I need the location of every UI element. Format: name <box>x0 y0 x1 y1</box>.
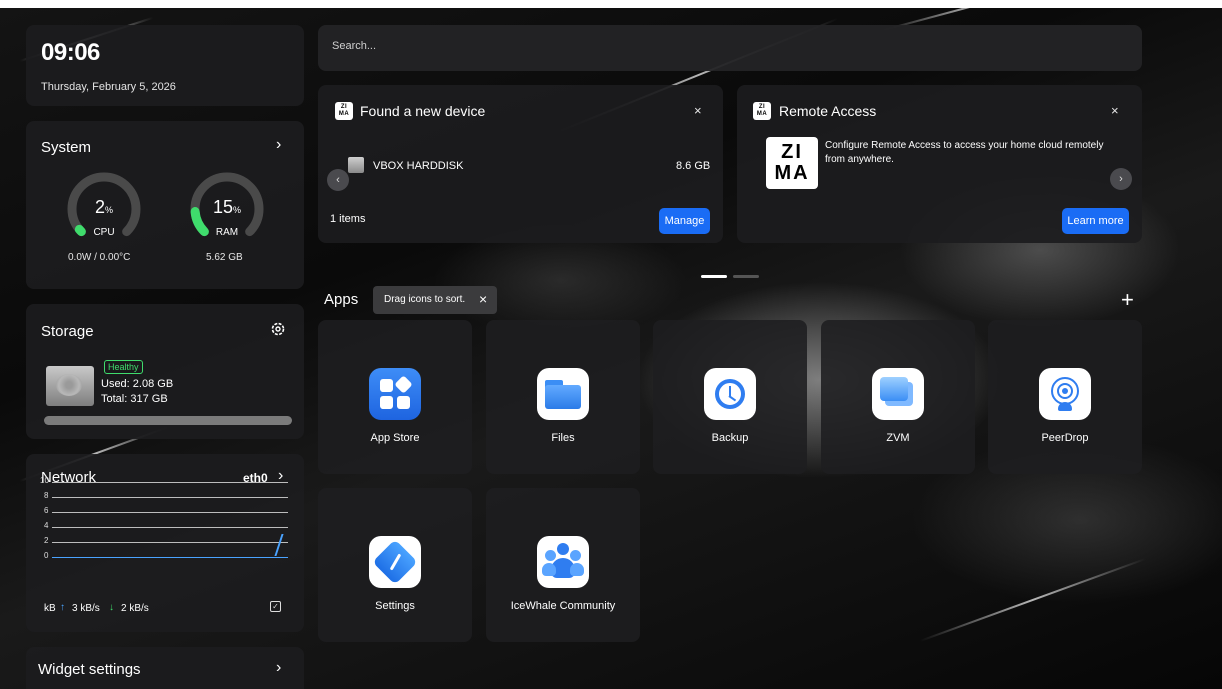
add-app-button[interactable]: + <box>1121 287 1134 313</box>
device-name: VBOX HARDDISK <box>373 160 464 172</box>
chevron-right-icon[interactable]: › <box>276 136 281 154</box>
app-label: ZVM <box>886 432 910 444</box>
app-tile-settings[interactable]: Settings <box>318 488 472 642</box>
storage-usage-fill <box>44 416 292 425</box>
chevron-right-icon[interactable]: › <box>1110 168 1132 190</box>
zima-logo-icon: ZI MA <box>335 102 353 120</box>
top-strip <box>0 0 1222 8</box>
network-grid-line <box>52 482 288 483</box>
clock-time: 09:06 <box>41 39 100 66</box>
folder-icon <box>537 368 589 420</box>
chevron-left-icon[interactable]: ‹ <box>327 169 349 191</box>
remote-card-description: Configure Remote Access to access your h… <box>825 140 1104 165</box>
ram-value: 15% <box>212 197 242 217</box>
network-y-tick: 10 <box>40 476 49 485</box>
app-tile-files[interactable]: Files <box>486 320 640 474</box>
gear-icon[interactable] <box>270 321 286 337</box>
app-tile-peerdrop[interactable]: PeerDrop <box>988 320 1142 474</box>
cpu-label: CPU <box>93 227 115 238</box>
manage-button[interactable]: Manage <box>659 208 710 234</box>
app-tile-icewhale-community[interactable]: IceWhale Community <box>486 488 640 642</box>
app-label: Files <box>551 432 575 444</box>
chevron-right-icon: › <box>276 659 282 676</box>
sort-tooltip: Drag icons to sort. × <box>373 286 497 314</box>
network-y-tick: 4 <box>44 521 49 530</box>
clock-widget: 09:06 Thursday, February 5, 2026 <box>26 25 304 106</box>
zvm-icon <box>872 368 924 420</box>
close-icon[interactable]: × <box>694 103 702 118</box>
network-chart: 10 8 6 4 2 0 <box>40 476 296 562</box>
search-input[interactable] <box>332 40 1112 52</box>
zima-large-logo-icon: ZI MA <box>766 137 818 189</box>
ram-detail: 5.62 GB <box>206 252 243 263</box>
clock-date: Thursday, February 5, 2026 <box>41 81 176 93</box>
device-size: 8.6 GB <box>676 160 711 172</box>
ram-gauge: 15% RAM <box>189 171 265 247</box>
close-icon[interactable]: × <box>1111 103 1119 118</box>
pagination-dot[interactable] <box>733 275 759 278</box>
network-grid-line <box>52 497 288 498</box>
ram-label: RAM <box>215 227 239 238</box>
cpu-detail: 0.0W / 0.00°C <box>68 252 131 263</box>
app-tile-zvm[interactable]: ZVM <box>821 320 975 474</box>
zima-logo-icon: ZI MA <box>753 102 771 120</box>
device-card-title: Found a new device <box>360 103 486 119</box>
widget-settings-label: Widget settings <box>38 661 141 678</box>
widget-settings-button[interactable]: Widget settings › <box>26 647 304 689</box>
app-label: IceWhale Community <box>510 600 616 612</box>
network-download: 2 kB/s <box>121 603 149 614</box>
disk-icon <box>348 157 364 173</box>
device-count: 1 items <box>330 213 366 225</box>
network-unit: kB <box>44 603 56 614</box>
hard-disk-icon <box>46 366 94 406</box>
network-widget: Network eth0 › 10 8 6 4 2 0 kB ↑ 3 kB/s ↓ 2 k… <box>26 454 304 632</box>
learn-more-button[interactable]: Learn more <box>1062 208 1129 234</box>
remote-card-title: Remote Access <box>779 103 877 119</box>
cpu-gauge: 2% CPU <box>66 171 142 247</box>
search-bar <box>318 25 1142 71</box>
system-widget: System › 2% CPU 0.0W / 0.00°C 15% RAM 5.… <box>26 121 304 289</box>
sort-tooltip-text: Drag icons to sort. <box>384 294 466 305</box>
status-badge: Healthy <box>104 360 143 374</box>
settings-app-icon <box>369 536 421 588</box>
storage-total: Total: 317 GB <box>101 393 168 405</box>
storage-title: Storage <box>41 323 94 340</box>
chart-toggle-icon[interactable]: ✓ <box>270 601 281 612</box>
device-card: ZI MA Found a new device × ‹ VBOX HARDDIS… <box>318 85 723 243</box>
close-icon[interactable]: × <box>479 291 487 307</box>
pagination-dot-active[interactable] <box>701 275 727 278</box>
network-y-tick: 6 <box>44 506 49 515</box>
storage-widget: Storage Healthy Used: 2.08 GB Total: 317… <box>26 304 304 439</box>
community-icon <box>537 536 589 588</box>
network-upload: 3 kB/s <box>72 603 100 614</box>
app-tile-app-store[interactable]: App Store <box>318 320 472 474</box>
network-grid-line <box>52 527 288 528</box>
upload-arrow-icon: ↑ <box>60 602 65 613</box>
remote-access-card: ZI MA Remote Access × ZI MA Configure Remo… <box>737 85 1142 243</box>
network-y-tick: 0 <box>44 551 49 560</box>
backup-clock-icon <box>704 368 756 420</box>
network-y-tick: 8 <box>44 491 49 500</box>
storage-usage-bar <box>44 416 292 425</box>
app-label: Settings <box>375 600 415 612</box>
network-spike <box>274 534 284 556</box>
network-y-tick: 2 <box>44 536 49 545</box>
storage-used: Used: 2.08 GB <box>101 378 174 390</box>
app-store-icon <box>369 368 421 420</box>
cpu-value: 2% <box>94 197 114 217</box>
carousel-pagination <box>701 265 765 283</box>
app-label: App Store <box>370 432 420 444</box>
apps-title: Apps <box>324 291 359 308</box>
network-grid-line <box>52 512 288 513</box>
app-label: PeerDrop <box>1041 432 1089 444</box>
app-label: Backup <box>711 432 749 444</box>
app-tile-backup[interactable]: Backup <box>653 320 807 474</box>
system-title: System <box>41 139 92 156</box>
network-grid-line <box>52 542 288 543</box>
network-grid-line <box>52 557 288 558</box>
download-arrow-icon: ↓ <box>109 602 114 613</box>
peerdrop-icon <box>1039 368 1091 420</box>
